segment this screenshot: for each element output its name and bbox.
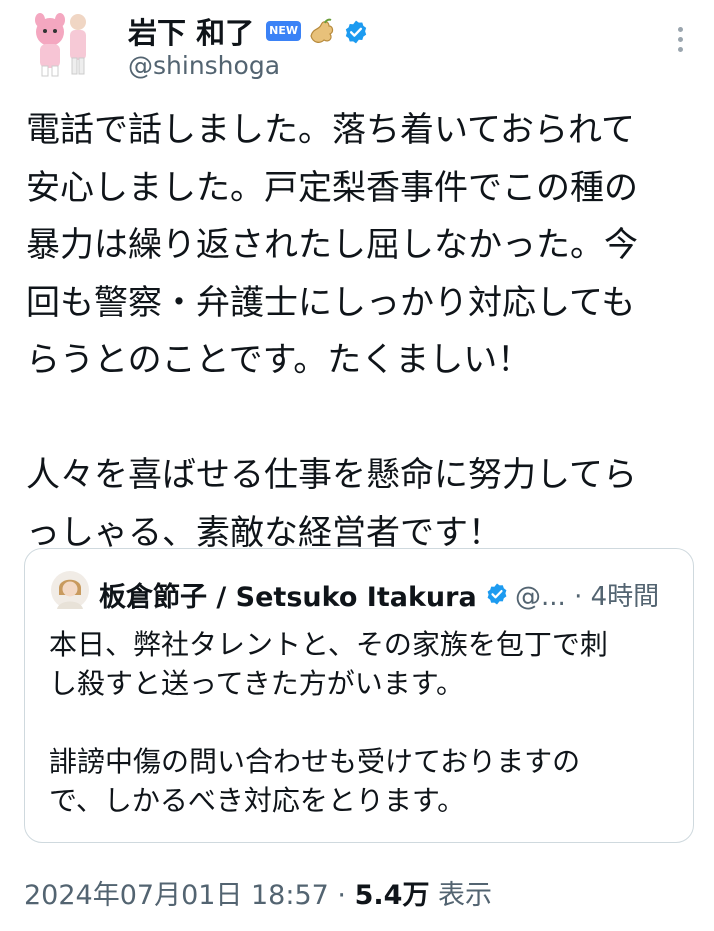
views-label: 表示: [438, 880, 493, 911]
author-name-row[interactable]: 岩下 和了 NEW: [128, 10, 369, 52]
author-name[interactable]: 岩下 和了: [128, 10, 254, 52]
views-count[interactable]: 5.4万: [355, 880, 430, 911]
verified-badge-icon: [485, 582, 511, 608]
quoted-avatar[interactable]: [51, 571, 89, 609]
avatar[interactable]: [26, 8, 98, 80]
quoted-author-name[interactable]: 板倉節子 / Setsuko Itakura: [99, 575, 477, 614]
footer-separator: ·: [337, 880, 347, 911]
quoted-tweet-card[interactable]: 板倉節子 / Setsuko Itakura @... · 4時間 本日、弊社タ…: [24, 548, 694, 843]
tweet-text: 電話で話しました。落ち着いておられて 安心しました。戸定梨香事件でこの種の 暴力…: [26, 110, 638, 553]
verified-badge-icon: [343, 18, 369, 44]
tweet-footer: 2024年07月01日 18:57 · 5.4万 表示: [24, 873, 492, 912]
ginger-icon: [307, 16, 337, 46]
tweet-timestamp[interactable]: 2024年07月01日 18:57: [24, 880, 329, 911]
more-options-icon[interactable]: [668, 22, 692, 58]
quoted-time[interactable]: · 4時間: [574, 582, 659, 612]
quoted-tweet-text: 本日、弊社タレントと、その家族を包丁で刺 し殺すと送ってきた方がいます。 誹謗中…: [49, 628, 608, 817]
quoted-author-row[interactable]: 板倉節子 / Setsuko Itakura: [99, 575, 511, 614]
new-badge-icon: NEW: [266, 21, 301, 41]
quoted-meta: @... · 4時間: [515, 576, 659, 613]
quoted-handle[interactable]: @...: [515, 582, 566, 612]
author-handle[interactable]: @shinshoga: [128, 51, 280, 80]
